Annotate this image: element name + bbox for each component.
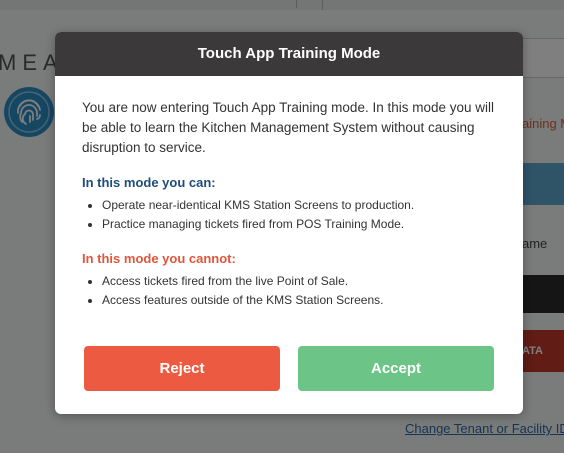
list-item: Access features outside of the KMS Stati… — [102, 291, 496, 310]
dialog-intro: You are now entering Touch App Training … — [82, 100, 495, 155]
accept-button[interactable]: Accept — [298, 346, 494, 391]
can-section-title: In this mode you can: — [82, 175, 216, 190]
list-item: Access tickets fired from the live Point… — [102, 272, 496, 291]
cannot-list: Access tickets fired from the live Point… — [82, 272, 496, 310]
dialog-title: Touch App Training Mode — [55, 32, 523, 76]
training-mode-dialog: Touch App Training Mode You are now ente… — [55, 32, 523, 414]
list-item: Operate near-identical KMS Station Scree… — [102, 196, 496, 215]
can-list: Operate near-identical KMS Station Scree… — [82, 196, 496, 234]
dialog-body: You are now entering Touch App Training … — [55, 76, 523, 310]
list-item: Practice managing tickets fired from POS… — [102, 215, 496, 234]
reject-button[interactable]: Reject — [84, 346, 280, 391]
dialog-actions: Reject Accept — [84, 346, 494, 391]
cannot-section-title: In this mode you cannot: — [82, 251, 236, 266]
